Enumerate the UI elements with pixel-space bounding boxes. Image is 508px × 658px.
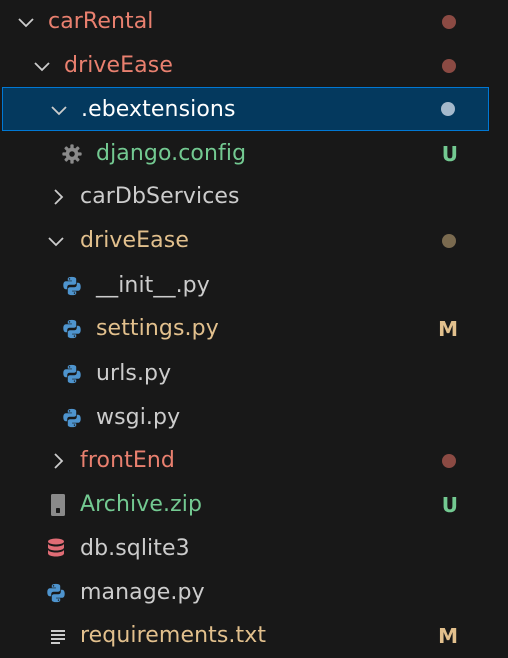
status-dot (442, 454, 456, 468)
tree-item-django-config[interactable]: django.config U (0, 132, 508, 176)
tree-item-label: settings.py (96, 316, 219, 341)
tree-item-frontend[interactable]: frontEnd (0, 439, 508, 483)
tree-item-settings-py[interactable]: settings.py M (0, 307, 508, 351)
chevron-right-icon[interactable] (48, 439, 68, 483)
tree-item-label: carRental (48, 9, 154, 34)
tree-item-cardbservices[interactable]: carDbServices (0, 175, 508, 219)
tree-item-label: Archive.zip (80, 492, 203, 517)
python-icon (60, 264, 84, 308)
tree-item-init-py[interactable]: __init__.py (0, 264, 508, 308)
git-status-badge: M (438, 624, 458, 648)
tree-item-ebextensions[interactable]: .ebextensions (2, 87, 489, 131)
tree-item-label: frontEnd (80, 448, 175, 473)
status-dot (442, 234, 456, 248)
text-lines-icon (46, 614, 70, 658)
git-status-badge: M (438, 317, 458, 341)
zip-icon (46, 483, 70, 527)
chevron-down-icon[interactable] (32, 44, 52, 88)
python-icon (60, 352, 84, 396)
explorer-file-tree: carRental driveEase .ebextensions django… (0, 0, 508, 658)
tree-item-carrental[interactable]: carRental (0, 0, 508, 44)
tree-item-driveease[interactable]: driveEase (0, 44, 508, 88)
tree-item-label: driveEase (64, 53, 173, 78)
status-dot (441, 102, 455, 116)
git-status-badge: U (441, 493, 458, 517)
tree-item-label: driveEase (80, 228, 189, 253)
tree-item-wsgi-py[interactable]: wsgi.py (0, 396, 508, 440)
gear-icon (60, 132, 84, 176)
status-dot (442, 59, 456, 73)
tree-item-label: urls.py (96, 361, 172, 386)
tree-item-driveease-inner[interactable]: driveEase (0, 219, 508, 263)
tree-item-label: carDbServices (80, 184, 240, 209)
tree-item-archive-zip[interactable]: Archive.zip U (0, 483, 508, 527)
tree-item-label: wsgi.py (96, 405, 181, 430)
tree-item-label: requirements.txt (80, 623, 267, 648)
tree-item-label: manage.py (80, 580, 205, 605)
python-icon (60, 307, 84, 351)
git-status-badge: U (441, 142, 458, 166)
tree-item-label: django.config (96, 141, 247, 166)
python-icon (60, 396, 84, 440)
chevron-down-icon[interactable] (49, 88, 69, 132)
tree-item-label: db.sqlite3 (80, 536, 190, 561)
python-icon (44, 571, 68, 615)
database-icon (44, 527, 68, 571)
tree-item-db-sqlite3[interactable]: db.sqlite3 (0, 527, 508, 571)
tree-item-requirements-txt[interactable]: requirements.txt M (0, 614, 508, 658)
chevron-right-icon[interactable] (48, 175, 68, 219)
chevron-down-icon[interactable] (16, 0, 36, 44)
chevron-down-icon[interactable] (46, 219, 66, 263)
status-dot (442, 15, 456, 29)
tree-item-manage-py[interactable]: manage.py (0, 571, 508, 615)
tree-item-urls-py[interactable]: urls.py (0, 352, 508, 396)
tree-item-label: .ebextensions (81, 97, 236, 122)
tree-item-label: __init__.py (96, 273, 210, 298)
